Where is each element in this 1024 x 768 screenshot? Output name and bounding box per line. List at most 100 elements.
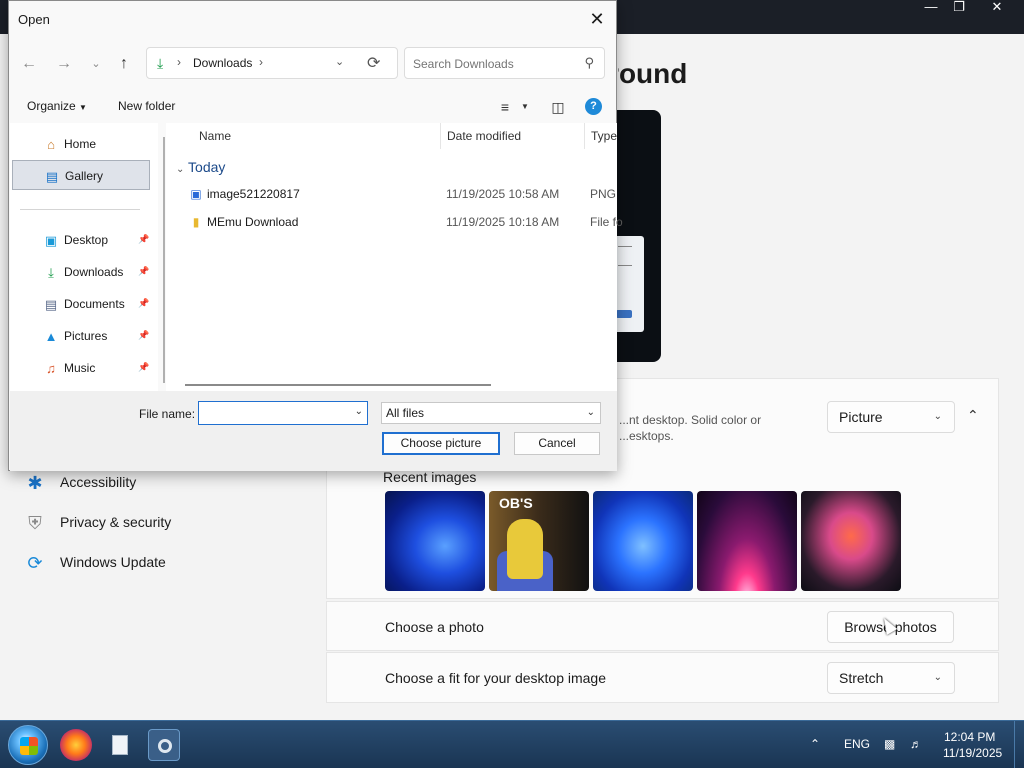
settings-taskbar-icon[interactable] [148, 729, 180, 761]
start-button[interactable] [8, 725, 48, 765]
navigation-scrollbar[interactable] [163, 137, 165, 383]
address-bar[interactable]: ⤓ › Downloads › ⌄ ⟳ [146, 47, 398, 79]
chevron-down-icon: ⌄ [933, 672, 942, 683]
chevron-down-icon[interactable]: ⌄ [335, 55, 344, 68]
column-header-type[interactable]: Type [591, 129, 617, 143]
recent-locations-chevron-icon[interactable]: ⌄ [85, 53, 107, 75]
file-name-combobox[interactable]: ⌄ [198, 401, 368, 425]
organize-menu[interactable]: Organize ▼ [27, 99, 87, 113]
fit-dropdown[interactable]: Stretch ⌄ [827, 662, 955, 694]
firefox-taskbar-icon[interactable] [60, 729, 92, 761]
page-title: Background [618, 58, 688, 89]
network-icon[interactable]: ▩ [884, 737, 895, 751]
chevron-down-icon[interactable]: ⌄ [355, 406, 363, 417]
recent-image-thumbnail[interactable]: OB'S [489, 491, 589, 591]
explorer-taskbar-icon[interactable] [104, 729, 136, 761]
document-icon [112, 735, 128, 755]
taskbar: ⌃ ENG ▩ ♬ 12:04 PM 11/19/2025 [0, 720, 1024, 768]
choose-fit-label: Choose a fit for your desktop image [385, 670, 607, 686]
pictures-icon: ▲ [44, 329, 58, 344]
nav-item-music[interactable]: ♫ Music 📌 [12, 353, 150, 383]
restore-button[interactable]: ❐ [942, 0, 976, 16]
file-row[interactable]: ▮ MEmu Download 11/19/2025 10:18 AM File… [166, 209, 623, 235]
breadcrumb-chevron-icon[interactable]: › [259, 55, 263, 69]
preview-bar [616, 310, 632, 318]
clock-date[interactable]: 11/19/2025 [943, 746, 1002, 760]
back-arrow-icon[interactable]: ← [18, 53, 40, 75]
nav-item-pictures[interactable]: ▲ Pictures 📌 [12, 321, 150, 351]
horizontal-scrollbar[interactable] [185, 384, 491, 386]
home-icon: ⌂ [47, 137, 55, 152]
thumbnail-figure-head [507, 519, 543, 579]
forward-arrow-icon[interactable]: → [53, 53, 75, 75]
nav-item-downloads[interactable]: ⤓ Downloads 📌 [12, 257, 150, 287]
file-name-label: File name: [139, 407, 196, 421]
open-file-dialog: Open ✕ ← → ⌄ ↑ ⤓ › Downloads › ⌄ ⟳ ⚲ Org… [8, 0, 623, 471]
recent-image-thumbnail[interactable] [801, 491, 901, 591]
pin-icon[interactable]: 📌 [138, 266, 149, 277]
new-folder-button[interactable]: New folder [118, 99, 175, 113]
show-desktop-button[interactable] [1014, 721, 1024, 768]
choose-photo-card: Choose a photo Browse photos [326, 601, 999, 651]
cancel-button[interactable]: Cancel [514, 432, 600, 455]
choose-fit-card: Choose a fit for your desktop image Stre… [326, 652, 999, 703]
search-field[interactable]: ⚲ [404, 47, 605, 79]
sidebar-item-windows-update[interactable]: ⟳ Windows Update [24, 550, 284, 578]
download-icon: ⤓ [48, 265, 54, 280]
show-hidden-icons-icon[interactable]: ⌃ [810, 737, 820, 751]
recent-image-thumbnail[interactable] [385, 491, 485, 591]
recent-image-thumbnail[interactable] [697, 491, 797, 591]
choose-photo-label: Choose a photo [385, 619, 484, 635]
breadcrumb-downloads[interactable]: Downloads [193, 56, 252, 70]
clock-time[interactable]: 12:04 PM [944, 730, 995, 744]
nav-item-desktop[interactable]: ▣ Desktop 📌 [12, 225, 150, 255]
column-header-name[interactable]: Name [199, 129, 231, 143]
search-input[interactable] [413, 55, 573, 73]
caret-down-icon[interactable]: ▼ [515, 97, 535, 117]
close-icon[interactable]: ✕ [585, 7, 609, 31]
close-window-button[interactable]: ✕ [980, 0, 1014, 16]
volume-icon[interactable]: ♬ [910, 737, 922, 751]
nav-item-documents[interactable]: ▤ Documents 📌 [12, 289, 150, 319]
dialog-footer: File name: ⌄ All files ⌄ Choose picture … [10, 391, 617, 471]
group-header-today[interactable]: ⌄ Today [176, 159, 225, 175]
file-row[interactable]: ▣ image521220817 11/19/2025 10:58 AM PNG [166, 181, 617, 207]
file-type-filter[interactable]: All files ⌄ [381, 402, 601, 424]
help-icon[interactable]: ? [585, 98, 602, 115]
background-type-dropdown[interactable]: Picture ⌄ [827, 401, 955, 433]
recent-image-thumbnail[interactable] [593, 491, 693, 591]
pin-icon[interactable]: 📌 [138, 362, 149, 373]
sidebar-item-privacy-security[interactable]: ⛨ Privacy & security [24, 510, 284, 538]
folder-icon: ▮ [192, 215, 200, 229]
view-options-icon[interactable]: ≡ [495, 97, 515, 117]
nav-item-home[interactable]: ⌂ Home [12, 129, 150, 159]
column-header-date[interactable]: Date modified [447, 129, 521, 143]
documents-icon: ▤ [44, 297, 58, 312]
pin-icon[interactable]: 📌 [138, 234, 149, 245]
column-divider[interactable] [440, 123, 441, 149]
update-icon: ⟳ [27, 553, 43, 573]
nav-item-gallery[interactable]: ▤ Gallery [12, 160, 150, 190]
refresh-icon[interactable]: ⟳ [367, 53, 380, 73]
preview-lines [618, 246, 632, 266]
dialog-title: Open [18, 12, 50, 27]
file-name-input[interactable] [203, 405, 343, 421]
shield-icon: ⛨ [28, 513, 42, 533]
breadcrumb-chevron-icon[interactable]: › [177, 55, 181, 69]
pin-icon[interactable]: 📌 [138, 298, 149, 309]
column-divider[interactable] [584, 123, 585, 149]
chevron-up-icon[interactable]: ⌃ [967, 407, 979, 424]
choose-picture-button[interactable]: Choose picture [382, 432, 500, 455]
gallery-icon: ▤ [45, 169, 59, 184]
file-list: Name Date modified Type ⌄ Today ▣ image5… [166, 123, 623, 391]
pin-icon[interactable]: 📌 [138, 330, 149, 341]
up-arrow-icon[interactable]: ↑ [113, 53, 135, 75]
sidebar-item-accessibility[interactable]: ✱ Accessibility [24, 470, 284, 498]
language-indicator[interactable]: ENG [844, 737, 870, 751]
chevron-down-icon: ⌄ [586, 407, 595, 418]
desktop-preview [612, 110, 661, 362]
preview-pane-icon[interactable]: ◫ [548, 97, 568, 117]
nav-divider [20, 209, 140, 210]
chevron-down-icon: ⌄ [176, 164, 185, 175]
windows-logo-icon [20, 737, 38, 755]
